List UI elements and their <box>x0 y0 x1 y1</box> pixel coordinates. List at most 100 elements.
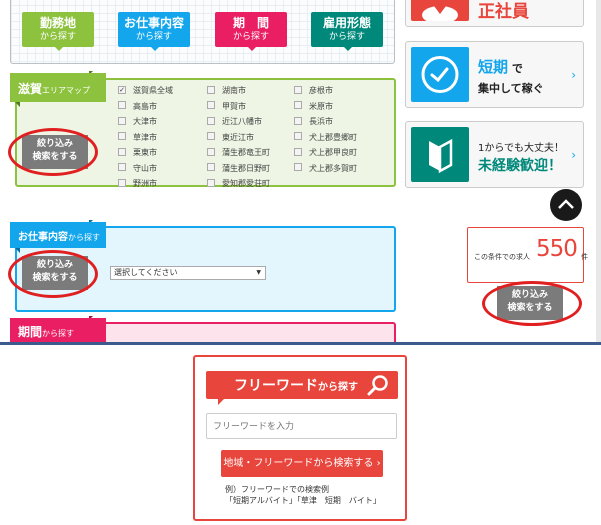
promo-title: 正社員 <box>478 2 529 22</box>
promo-short-term[interactable]: 短期 で 集中して稼ぐ › <box>405 41 584 108</box>
area-checkbox[interactable]: 愛知郡愛荘町 <box>207 178 270 190</box>
checkbox-label: 米原市 <box>309 101 333 111</box>
checkbox-label: 東近江市 <box>222 132 254 142</box>
job-tab-sub: から探す <box>68 233 100 242</box>
checkbox-icon[interactable] <box>118 116 126 125</box>
area-checkbox[interactable]: 大津市 <box>118 116 157 128</box>
promo-line1: 短期 で <box>478 56 523 77</box>
area-checkbox[interactable]: ✓ 滋賀県全域 <box>118 85 173 97</box>
area-checkbox[interactable]: 米原市 <box>294 101 333 113</box>
checkbox-icon[interactable] <box>118 147 126 156</box>
category-tab-title: 雇用形態 <box>322 16 371 30</box>
promo-fulltime[interactable]: 正社員 <box>405 0 584 27</box>
freeword-input[interactable] <box>206 413 397 439</box>
area-checkbox[interactable]: 守山市 <box>118 163 157 175</box>
promo-line1: 1からでも大丈夫！ <box>478 143 565 154</box>
clock-icon <box>411 47 469 102</box>
area-checkbox[interactable]: 甲賀市 <box>207 101 246 113</box>
category-tab-job-type[interactable]: お仕事内容 から探す <box>118 12 190 51</box>
checkbox-label: 甲賀市 <box>222 101 246 111</box>
checkbox-label: 愛知郡愛荘町 <box>222 179 270 188</box>
checkbox-icon[interactable] <box>294 163 302 171</box>
area-checkbox[interactable]: 野洲市 <box>118 178 157 190</box>
job-count-box: この条件での求人 550 件 <box>467 227 588 283</box>
category-tab-title: お仕事内容 <box>123 16 184 30</box>
area-checkbox[interactable]: 蒲生郡竜王町 <box>207 147 270 159</box>
period-tab-title: 期間 <box>18 325 43 339</box>
area-checkbox[interactable]: 東近江市 <box>207 132 254 144</box>
example-line: 「短期アルバイト」「草津 短期 バイト」 <box>225 496 381 505</box>
checkbox-label: 近江八幡市 <box>222 117 262 126</box>
promo-line2: 集中して稼ぐ <box>478 82 544 95</box>
checkbox-label: 大津市 <box>133 117 157 126</box>
area-checkbox[interactable]: 彦根市 <box>294 85 333 97</box>
category-tab-employment-type[interactable]: 雇用形態 から探す <box>311 12 383 51</box>
freeword-title-small: から探す <box>318 382 358 393</box>
area-checkbox[interactable]: 犬上郡多賀町 <box>294 163 357 175</box>
checkbox-icon[interactable] <box>118 163 126 171</box>
checkbox-icon[interactable] <box>207 85 215 94</box>
area-checkbox[interactable]: 蒲生郡日野町 <box>207 163 270 175</box>
area-checkbox[interactable]: 近江八幡市 <box>207 116 262 128</box>
chevron-up-icon <box>558 199 574 209</box>
freeword-title: フリーワードから探す <box>234 375 358 395</box>
speech-tail <box>218 399 224 405</box>
category-tab-sub: から探す <box>39 32 76 42</box>
checkbox-icon[interactable] <box>207 132 215 140</box>
area-checkbox[interactable]: 草津市 <box>118 132 157 144</box>
checkbox-icon[interactable] <box>118 132 126 140</box>
category-tab-period[interactable]: 期 間 から探す <box>215 12 287 51</box>
example-line: 例）フリーワードでの検索例 <box>225 485 329 494</box>
area-checkbox[interactable]: 高島市 <box>118 101 157 113</box>
tab-fold <box>15 102 20 107</box>
checkbox-icon[interactable] <box>207 101 215 109</box>
checkbox-label: 犬上郡多賀町 <box>309 163 357 173</box>
area-checkbox[interactable]: 犬上郡甲良町 <box>294 147 357 159</box>
screenshot-divider <box>0 342 601 345</box>
area-checkbox[interactable]: 栗東市 <box>118 147 157 159</box>
checkbox-icon[interactable] <box>294 147 302 156</box>
checkbox-label: 滋賀県全域 <box>133 86 173 95</box>
scrollbar-track[interactable] <box>596 0 601 342</box>
checkbox-label: 犬上郡甲良町 <box>309 148 357 157</box>
checkbox-icon[interactable] <box>294 85 302 94</box>
checkbox-icon[interactable] <box>207 163 215 171</box>
freeword-search-button[interactable]: 地域・フリーワードから検索する › <box>221 450 383 477</box>
person-icon <box>411 0 469 24</box>
highlight-ring <box>8 250 98 298</box>
checkbox-checked-icon[interactable]: ✓ <box>118 85 126 94</box>
category-tab-title: 期 間 <box>232 16 269 30</box>
category-tab-title: 勤務地 <box>39 16 76 30</box>
area-panel-tab: 滋賀エリアマップ <box>10 73 106 102</box>
freeword-title-big: フリーワード <box>234 378 318 394</box>
checkbox-icon[interactable] <box>118 178 126 187</box>
promo-line2: 未経験歓迎！ <box>478 158 562 174</box>
checkbox-icon[interactable] <box>294 116 302 125</box>
checkbox-label: 長浜市 <box>309 117 333 126</box>
checkbox-label: 彦根市 <box>309 86 333 95</box>
checkbox-label: 守山市 <box>133 163 157 173</box>
promo-rest: で <box>508 62 523 75</box>
area-checkbox[interactable]: 長浜市 <box>294 116 333 128</box>
job-panel-tab: お仕事内容から探す <box>10 222 106 248</box>
checkbox-icon[interactable] <box>118 101 126 109</box>
job-count-unit: 件 <box>581 253 588 261</box>
checkbox-label: 蒲生郡竜王町 <box>222 148 270 157</box>
freeword-example: 例）フリーワードでの検索例 「短期アルバイト」「草津 短期 バイト」 <box>225 484 381 506</box>
checkbox-icon[interactable] <box>207 147 215 156</box>
checkbox-icon[interactable] <box>294 132 302 140</box>
category-tab-location[interactable]: 勤務地 から探す <box>22 12 94 51</box>
category-tab-sub: から探す <box>135 32 172 42</box>
checkbox-icon[interactable] <box>294 101 302 109</box>
period-panel-tab: 期間から探す <box>10 318 106 344</box>
area-checkbox[interactable]: 湖南市 <box>207 85 246 97</box>
checkbox-icon[interactable] <box>207 116 215 125</box>
back-to-top-button[interactable] <box>550 189 582 221</box>
area-checkbox[interactable]: 犬上郡豊郷町 <box>294 132 357 144</box>
promo-beginner-welcome[interactable]: 1からでも大丈夫！ 未経験歓迎！ › <box>405 121 584 188</box>
search-icon <box>367 375 388 396</box>
checkbox-icon[interactable] <box>207 178 215 187</box>
checkbox-label: 蒲生郡日野町 <box>222 163 270 173</box>
job-type-select[interactable]: 選択してください ▼ <box>110 266 266 280</box>
select-value: 選択してください <box>114 268 178 277</box>
